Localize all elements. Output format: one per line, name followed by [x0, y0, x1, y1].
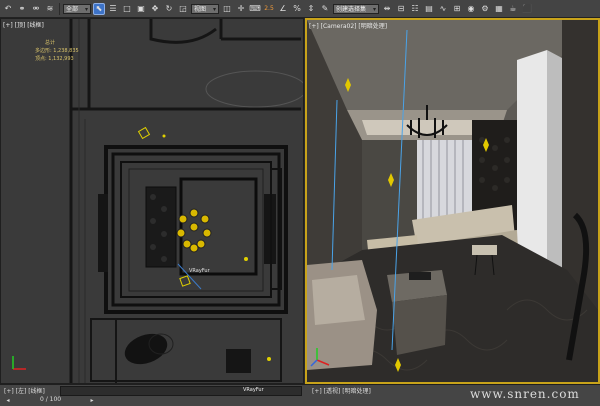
- stats-polys-value: 1,238,835: [53, 48, 79, 54]
- render-active-icon[interactable]: ⬛: [521, 3, 533, 15]
- schematic-view-icon[interactable]: ⊞: [451, 3, 463, 15]
- left-viewport-object-label: VRayFur: [243, 387, 264, 393]
- curve-editor-icon[interactable]: ∿: [437, 3, 449, 15]
- angle-snap-icon[interactable]: ∠: [277, 3, 289, 15]
- link-icon[interactable]: ⚭: [16, 3, 28, 15]
- stats-polys-label: 多边形:: [35, 48, 52, 54]
- camera-viewport-label[interactable]: [+] [Camera02] [明暗处理]: [309, 21, 387, 30]
- camera-viewport[interactable]: [+] [Camera02] [明暗处理]: [305, 18, 600, 384]
- stats-title: 总计: [45, 40, 56, 46]
- rectangle-selection-icon[interactable]: □: [121, 3, 133, 15]
- select-object-icon[interactable]: ⬉: [93, 2, 105, 15]
- bind-spacewarp-icon[interactable]: ≋: [44, 3, 56, 15]
- top-viewport[interactable]: [+] [顶] [线框] 总计 多边形: 1,238,835 顶点: 1,132…: [0, 18, 304, 384]
- perspective-viewport-tab[interactable]: [+] [透视] [明暗处理]: [312, 386, 371, 395]
- top-viewport-scene: VRayFur: [1, 19, 303, 383]
- align-icon[interactable]: ⊟: [395, 3, 407, 15]
- select-manipulate-icon[interactable]: ✛: [235, 3, 247, 15]
- top-viewport-label[interactable]: [+] [顶] [线框]: [3, 20, 44, 29]
- stats-verts-label: 顶点:: [35, 56, 47, 62]
- percent-snap-icon[interactable]: %: [291, 3, 303, 15]
- select-by-name-icon[interactable]: ☰: [107, 3, 119, 15]
- watermark: www.snren.com: [470, 387, 580, 401]
- window-crossing-icon[interactable]: ▣: [135, 3, 147, 15]
- render-setup-icon[interactable]: ⚙: [479, 3, 491, 15]
- scene-statistics: 总计 多边形: 1,238,835 顶点: 1,132,993: [35, 39, 79, 63]
- render-production-icon[interactable]: ☕: [507, 3, 519, 15]
- pivot-center-icon[interactable]: ◫: [221, 3, 233, 15]
- ribbon-icon[interactable]: ▤: [423, 3, 435, 15]
- camera-viewport-scene: [307, 20, 598, 382]
- select-move-icon[interactable]: ✥: [149, 3, 161, 15]
- frame-counter[interactable]: 0 / 100: [40, 396, 61, 403]
- rendered-frame-window-icon[interactable]: ▦: [493, 3, 505, 15]
- next-frame-icon[interactable]: ▸: [88, 396, 96, 404]
- vrayfur-label: VRayFur: [189, 268, 211, 274]
- time-slider[interactable]: VRayFur: [60, 386, 302, 396]
- select-rotate-icon[interactable]: ↻: [163, 3, 175, 15]
- prev-frame-icon[interactable]: ◂: [4, 396, 12, 404]
- undo-icon[interactable]: ↶: [2, 3, 14, 15]
- edit-named-selection-icon[interactable]: ✎: [319, 3, 331, 15]
- selection-filter-dropdown[interactable]: 全部: [63, 3, 91, 14]
- left-viewport-tab[interactable]: [+] [左] [线框]: [4, 386, 45, 395]
- layer-manager-icon[interactable]: ☷: [409, 3, 421, 15]
- stats-polys: 多边形: 1,238,835: [35, 47, 79, 55]
- select-scale-icon[interactable]: ◲: [177, 3, 189, 15]
- toolbar-separator: [59, 2, 60, 15]
- spinner-snap-icon[interactable]: ⇕: [305, 3, 317, 15]
- keyboard-shortcut-icon[interactable]: ⌨: [249, 3, 261, 15]
- material-editor-icon[interactable]: ◉: [465, 3, 477, 15]
- snap-toggle-icon[interactable]: 2.5: [263, 3, 275, 15]
- named-selection-dropdown[interactable]: 创建选择集: [333, 3, 379, 14]
- stats-verts: 顶点: 1,132,993: [35, 55, 79, 63]
- main-toolbar: ↶ ⚭ ⚮ ≋ 全部 ⬉ ☰ □ ▣ ✥ ↻ ◲ 视图 ◫ ✛ ⌨ 2.5 ∠ …: [0, 0, 600, 18]
- unlink-icon[interactable]: ⚮: [30, 3, 42, 15]
- reference-coordinate-dropdown[interactable]: 视图: [191, 3, 219, 14]
- stats-verts-value: 1,132,993: [48, 56, 74, 62]
- mirror-icon[interactable]: ⇹: [381, 3, 393, 15]
